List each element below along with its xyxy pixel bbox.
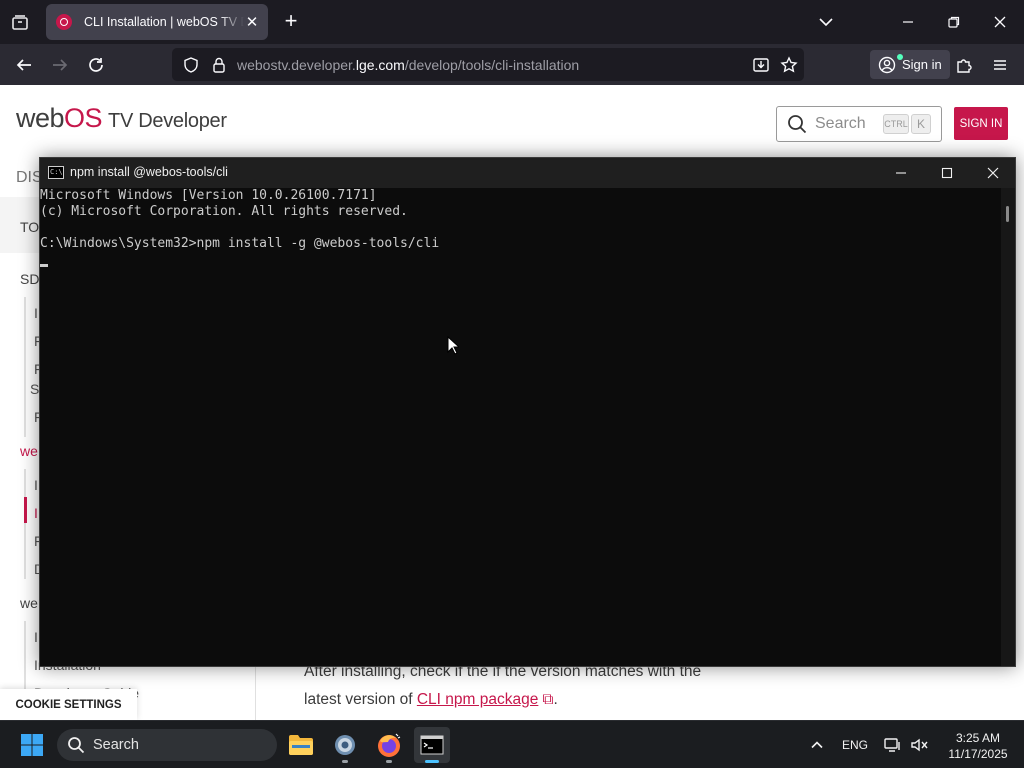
terminal-title-bar[interactable]: C:\ npm install @webos-tools/cli xyxy=(40,158,1015,188)
content-text-post: . xyxy=(553,691,558,708)
speaker-muted-icon[interactable] xyxy=(908,721,930,768)
notification-dot xyxy=(897,54,903,60)
clock-date: 11/17/2025 xyxy=(948,747,1008,761)
terminal-line: Microsoft Windows [Version 10.0.26100.71… xyxy=(40,188,377,203)
taskbar-firefox[interactable] xyxy=(371,727,407,763)
sidebar-item[interactable]: S xyxy=(30,381,39,397)
logo-brand: webOS xyxy=(16,103,103,133)
shield-icon[interactable] xyxy=(182,56,200,74)
active-indicator xyxy=(425,760,439,763)
browser-tab-bar: CLI Installation | webOS TV Developer ✕ … xyxy=(0,0,1024,44)
terminal-command-line: C:\Windows\System32>npm install -g @webo… xyxy=(40,236,440,251)
sidebar-section-top-label: TO xyxy=(20,219,40,235)
terminal-close-icon[interactable] xyxy=(970,158,1016,188)
install-app-icon[interactable] xyxy=(752,56,770,74)
url-domain: lge.com xyxy=(355,57,405,73)
command-prompt-icon xyxy=(420,735,444,755)
search-icon xyxy=(788,115,807,134)
sidebar-tree-line xyxy=(24,297,26,437)
sidebar-item[interactable]: I xyxy=(34,477,38,493)
sidebar-item[interactable]: I xyxy=(34,629,38,645)
url-path: /develop/tools/cli-installation xyxy=(404,57,580,73)
display-network-icon[interactable] xyxy=(882,721,904,768)
running-indicator xyxy=(386,760,392,763)
cli-npm-package-link[interactable]: CLI npm package xyxy=(417,691,539,708)
search-placeholder: Search xyxy=(815,115,866,132)
firefox-account-button[interactable]: Sign in xyxy=(870,50,950,79)
tray-chevron-up-icon[interactable] xyxy=(806,721,828,768)
forward-arrow-icon[interactable] xyxy=(48,53,72,77)
folder-icon xyxy=(289,735,313,755)
account-label: Sign in xyxy=(902,57,942,72)
site-sign-in-button[interactable]: SIGN IN xyxy=(954,107,1008,140)
taskbar-clock[interactable]: 3:25 AM 11/17/2025 xyxy=(940,730,1016,762)
window-close-icon[interactable] xyxy=(986,8,1014,36)
content-text-pre: latest version of xyxy=(304,691,417,708)
chevron-down-icon[interactable] xyxy=(816,12,836,32)
search-icon xyxy=(68,737,85,754)
terminal-title: npm install @webos-tools/cli xyxy=(70,165,228,179)
windows-start-icon[interactable] xyxy=(20,733,44,757)
url-text[interactable]: webostv.developer.lge.com/develop/tools/… xyxy=(237,57,579,73)
hamburger-menu-icon[interactable] xyxy=(988,53,1012,77)
webos-tv-developer-logo[interactable]: webOS TV Developer xyxy=(16,103,227,134)
sidebar-tree-line xyxy=(24,469,26,579)
site-search-input[interactable]: Search CTRL K xyxy=(776,106,942,142)
command-prompt-icon: C:\ xyxy=(48,166,64,179)
kbd-ctrl: CTRL xyxy=(883,114,909,134)
taskbar-settings[interactable] xyxy=(327,727,363,763)
sidebar-item[interactable]: I xyxy=(34,305,38,321)
tab-close-icon[interactable]: ✕ xyxy=(244,13,260,31)
sidebar-active-marker xyxy=(24,497,27,523)
taskbar-file-explorer[interactable] xyxy=(283,727,319,763)
restore-icon[interactable] xyxy=(940,8,968,36)
browser-tab-active[interactable]: CLI Installation | webOS TV Developer ✕ xyxy=(46,4,268,40)
language-indicator[interactable]: ENG xyxy=(838,721,872,768)
minimize-icon[interactable] xyxy=(894,8,922,36)
kbd-k: K xyxy=(911,114,931,134)
terminal-scroll-thumb[interactable] xyxy=(1006,206,1009,222)
terminal-line: (c) Microsoft Corporation. All rights re… xyxy=(40,204,408,219)
tab-title: CLI Installation | webOS TV Developer xyxy=(84,15,244,29)
taskbar-search-placeholder: Search xyxy=(93,737,139,753)
terminal-output[interactable]: Microsoft Windows [Version 10.0.26100.71… xyxy=(40,188,1000,666)
logo-brand-os: OS xyxy=(64,103,103,133)
tab-list-icon[interactable] xyxy=(8,10,32,34)
lg-favicon-icon xyxy=(56,14,72,30)
terminal-maximize-icon[interactable] xyxy=(924,158,970,188)
new-tab-plus-icon[interactable]: + xyxy=(280,10,302,34)
command-prompt-window[interactable]: C:\ npm install @webos-tools/cli Microso… xyxy=(39,157,1016,667)
logo-subtitle: TV Developer xyxy=(108,110,227,132)
external-link-icon: ⧉ xyxy=(542,691,554,708)
bookmark-star-icon[interactable] xyxy=(780,56,798,74)
logo-brand-web: web xyxy=(16,103,65,133)
lock-icon[interactable] xyxy=(210,56,228,74)
url-prefix: webostv.developer. xyxy=(237,57,356,73)
content-paragraph-line2: latest version of CLI npm package ⧉. xyxy=(304,691,558,709)
extensions-puzzle-icon[interactable] xyxy=(952,53,976,77)
firefox-icon xyxy=(378,733,401,757)
windows-taskbar: Search ENG 3:25 AM 11/17/2025 xyxy=(0,720,1024,768)
taskbar-search-box[interactable]: Search xyxy=(57,729,277,761)
url-bar[interactable]: webostv.developer.lge.com/develop/tools/… xyxy=(172,48,804,81)
gear-icon xyxy=(335,735,355,755)
clock-time: 3:25 AM xyxy=(955,731,1001,745)
terminal-minimize-icon[interactable] xyxy=(878,158,924,188)
cookie-settings-button[interactable]: COOKIE SETTINGS xyxy=(0,689,137,720)
reload-icon[interactable] xyxy=(84,53,108,77)
mouse-pointer-icon xyxy=(447,336,459,355)
sidebar-item-active[interactable]: I xyxy=(34,505,38,521)
back-arrow-icon[interactable] xyxy=(12,53,36,77)
browser-nav-bar: webostv.developer.lge.com/develop/tools/… xyxy=(0,44,1024,85)
taskbar-command-prompt[interactable] xyxy=(414,727,450,763)
sidebar-section-sdk[interactable]: SD xyxy=(20,271,39,287)
running-indicator xyxy=(342,760,348,763)
sidebar-section-webos-active[interactable]: we xyxy=(20,443,38,459)
account-icon xyxy=(878,56,896,73)
terminal-scrollbar[interactable] xyxy=(1001,188,1015,666)
terminal-cursor xyxy=(40,264,48,267)
sidebar-section-webos-2[interactable]: we xyxy=(20,595,38,611)
